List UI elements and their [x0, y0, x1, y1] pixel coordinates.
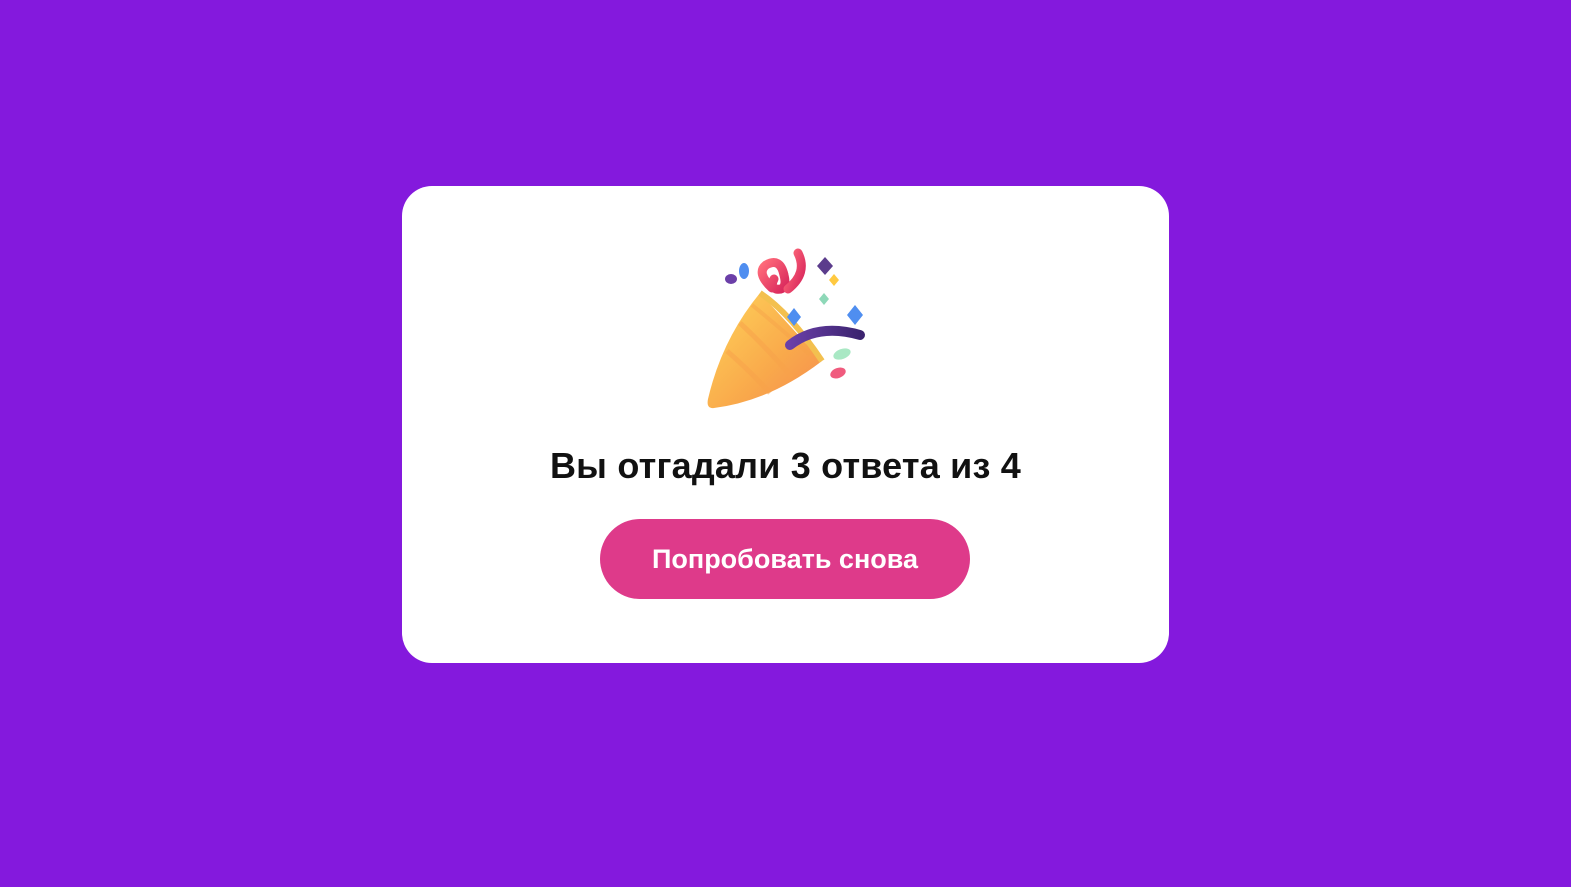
retry-button[interactable]: Попробовать снова: [600, 519, 970, 599]
party-popper-icon: [700, 243, 870, 415]
result-title: Вы отгадали 3 ответа из 4: [549, 445, 1021, 486]
